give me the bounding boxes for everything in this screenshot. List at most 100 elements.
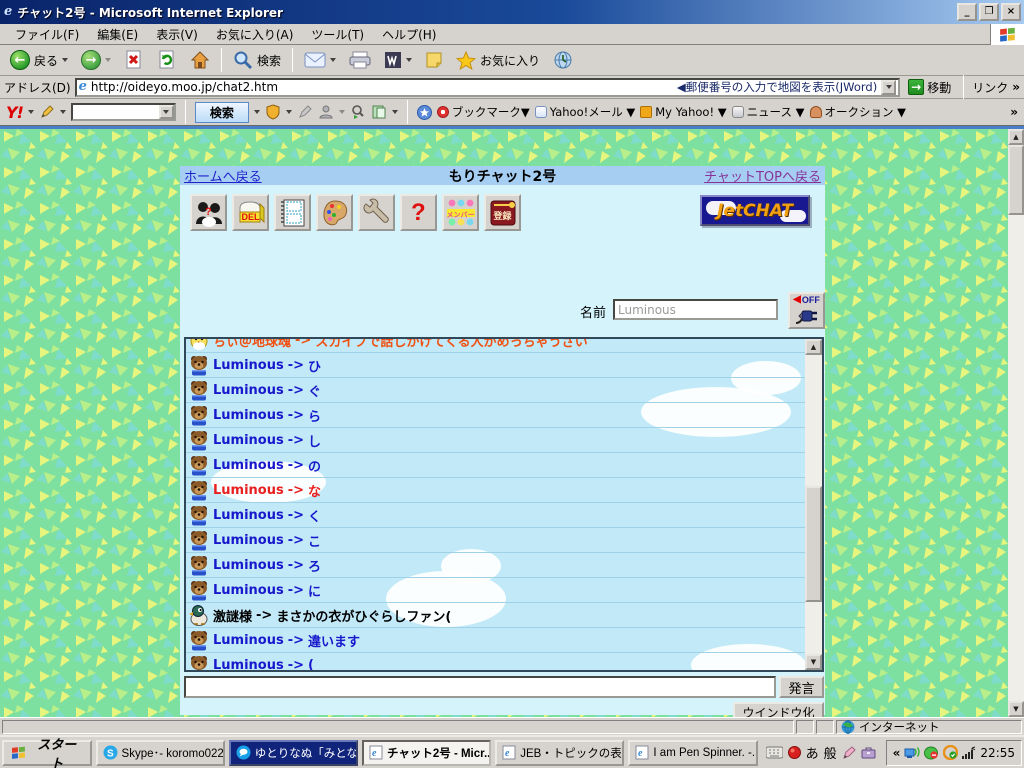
highlighter-icon[interactable] (297, 104, 313, 120)
edit-dropdown-icon[interactable] (406, 58, 413, 62)
yahoo-toolbar-item[interactable]: My Yahoo! ▼ (640, 105, 727, 119)
person-icon[interactable] (318, 104, 334, 120)
chat-top-link[interactable]: チャットTOPへ戻る (704, 166, 821, 185)
page-scroll-thumb[interactable] (1008, 145, 1024, 215)
translate-dropdown-icon[interactable] (391, 110, 398, 114)
search-button[interactable]: 検索 (227, 47, 287, 74)
menu-item[interactable]: ツール(T) (302, 24, 373, 45)
yahoo-toolbar-item[interactable]: Yahoo!メール ▼ (534, 104, 635, 120)
restore-button[interactable]: ❐ (979, 3, 999, 21)
taskbar-task-button[interactable]: S e Skype･- koromo0221 (95, 739, 225, 766)
home-link[interactable]: ホームへ戻る (184, 166, 262, 185)
refresh-button[interactable] (151, 47, 183, 74)
jword-plugin-label[interactable]: ◀郵便番号の入力で地図を表示(JWord) (677, 80, 877, 95)
note-button[interactable] (419, 47, 449, 74)
notebook-icon (280, 199, 304, 226)
register-book-icon (490, 200, 515, 225)
address-input[interactable]: e http://oideyo.moo.jp/chat2.htm ◀郵便番号の入… (74, 77, 901, 97)
history-button[interactable] (547, 47, 579, 74)
window-title: チャット2号 - Microsoft Internet Explorer (17, 5, 283, 20)
taskbar-task-button[interactable]: S e チャット2号 - Micr... (361, 739, 492, 766)
menu-item[interactable]: ヘルプ(H) (373, 24, 445, 45)
yahoo-toolbar-star-icon[interactable] (416, 104, 432, 120)
forward-button[interactable]: → (75, 47, 117, 74)
print-button[interactable] (343, 47, 377, 74)
links-overflow-chevron[interactable]: » (1012, 80, 1020, 94)
close-button[interactable]: × (1001, 3, 1021, 21)
menu-item[interactable]: 編集(E) (88, 24, 147, 45)
links-label[interactable]: リンク (972, 79, 1008, 96)
translate-icon[interactable] (371, 104, 387, 120)
minimize-button[interactable]: _ (957, 3, 977, 21)
chat-scrollbar[interactable]: ▲ ▼ (805, 339, 822, 670)
ime-pad-icon[interactable] (842, 745, 856, 760)
help-button[interactable]: ? (400, 194, 437, 231)
ime-input-mode[interactable]: あ (806, 743, 819, 762)
forward-dropdown-icon (105, 58, 112, 62)
menu-item[interactable]: お気に入り(A) (207, 24, 303, 45)
start-button[interactable]: スタート (2, 737, 92, 768)
yahoo-search-input[interactable] (70, 103, 176, 121)
window-titlebar[interactable]: e チャット2号 - Microsoft Internet Explorer _… (0, 0, 1024, 24)
say-button[interactable]: 発言 (779, 676, 824, 698)
back-dropdown-icon[interactable] (62, 58, 69, 62)
mail-button[interactable] (298, 47, 342, 74)
menu-item[interactable]: ファイル(F) (6, 24, 88, 45)
chat-scroll-thumb[interactable] (805, 486, 822, 602)
yahoo-search-field[interactable] (72, 105, 159, 119)
favorites-button[interactable]: お気に入り (450, 47, 546, 74)
edit-word-button[interactable] (378, 47, 418, 74)
yahoo-toolbar-item[interactable]: ブックマーク▼ (436, 104, 530, 120)
yahoo-logo-dropdown-icon[interactable] (27, 110, 34, 114)
page-scrollbar[interactable]: ▲ ▼ (1008, 129, 1024, 717)
mouse-ball-icon[interactable] (787, 746, 801, 759)
keyboard-icon[interactable] (765, 746, 783, 759)
language-bar[interactable]: あ 般 (762, 740, 880, 766)
address-dropdown-button[interactable] (881, 79, 897, 95)
yahoo-toolbar-item[interactable]: ニュース ▼ (731, 104, 805, 120)
yahoo-search-options-icon[interactable] (253, 110, 260, 114)
home-button[interactable] (184, 47, 216, 74)
page-scroll-up-button[interactable]: ▲ (1008, 129, 1024, 145)
shield-dropdown-icon[interactable] (285, 110, 292, 114)
log-button[interactable] (274, 194, 311, 231)
go-button[interactable]: → 移動 (904, 78, 955, 97)
chat-scroll-down-button[interactable]: ▼ (805, 654, 822, 670)
stop-button[interactable] (118, 47, 150, 74)
taskbar-task-button[interactable]: S e ゆとりなぬ「みとなの... (228, 739, 358, 766)
antivirus-icon[interactable] (924, 746, 939, 760)
chat-scroll-up-button[interactable]: ▲ (805, 339, 822, 355)
user-list-button[interactable]: ? (190, 194, 227, 231)
yahoo-logo[interactable]: Y! (6, 103, 24, 122)
yahoo-search-button[interactable]: 検索 (194, 101, 249, 123)
update-check-icon[interactable] (943, 745, 959, 760)
pencil-icon[interactable] (39, 104, 55, 120)
clock[interactable]: 22:55 (980, 746, 1015, 760)
taskbar-task-button[interactable]: S e JEB・トピックの表... (495, 739, 625, 766)
color-button[interactable] (316, 194, 353, 231)
taskbar-task-button[interactable]: S e I am Pen Spinner. -... (628, 739, 758, 766)
register-button[interactable]: 登録 (484, 194, 521, 231)
windowize-button[interactable]: ウインドウ化 (733, 702, 824, 717)
shield-icon[interactable] (265, 104, 281, 120)
mail-dropdown-icon[interactable] (330, 58, 337, 62)
sound-off-button[interactable]: ◀ OFF (788, 292, 825, 329)
back-button[interactable]: ← 戻る (4, 47, 74, 74)
member-button[interactable]: メンバー (442, 194, 479, 231)
message-input[interactable] (184, 676, 776, 698)
network-activity-icon[interactable] (904, 746, 921, 760)
name-input[interactable] (613, 299, 778, 320)
ime-toolbox-icon[interactable] (861, 746, 876, 759)
zoom-arrow-icon[interactable] (350, 104, 366, 120)
yahoo-search-dropdown[interactable] (158, 105, 174, 119)
page-scroll-down-button[interactable]: ▼ (1008, 701, 1024, 717)
menu-item[interactable]: 表示(V) (147, 24, 207, 45)
signal-strength-icon[interactable] (962, 746, 976, 760)
settings-button[interactable] (358, 194, 395, 231)
delete-button[interactable]: DEL (232, 194, 269, 231)
ime-conversion-mode[interactable]: 般 (824, 743, 837, 762)
tray-chevron[interactable]: « (893, 746, 901, 760)
pencil-dropdown-icon[interactable] (59, 110, 66, 114)
yahoo-overflow-chevron[interactable]: » (1010, 105, 1018, 119)
yahoo-toolbar-item[interactable]: オークション ▼ (809, 104, 906, 120)
